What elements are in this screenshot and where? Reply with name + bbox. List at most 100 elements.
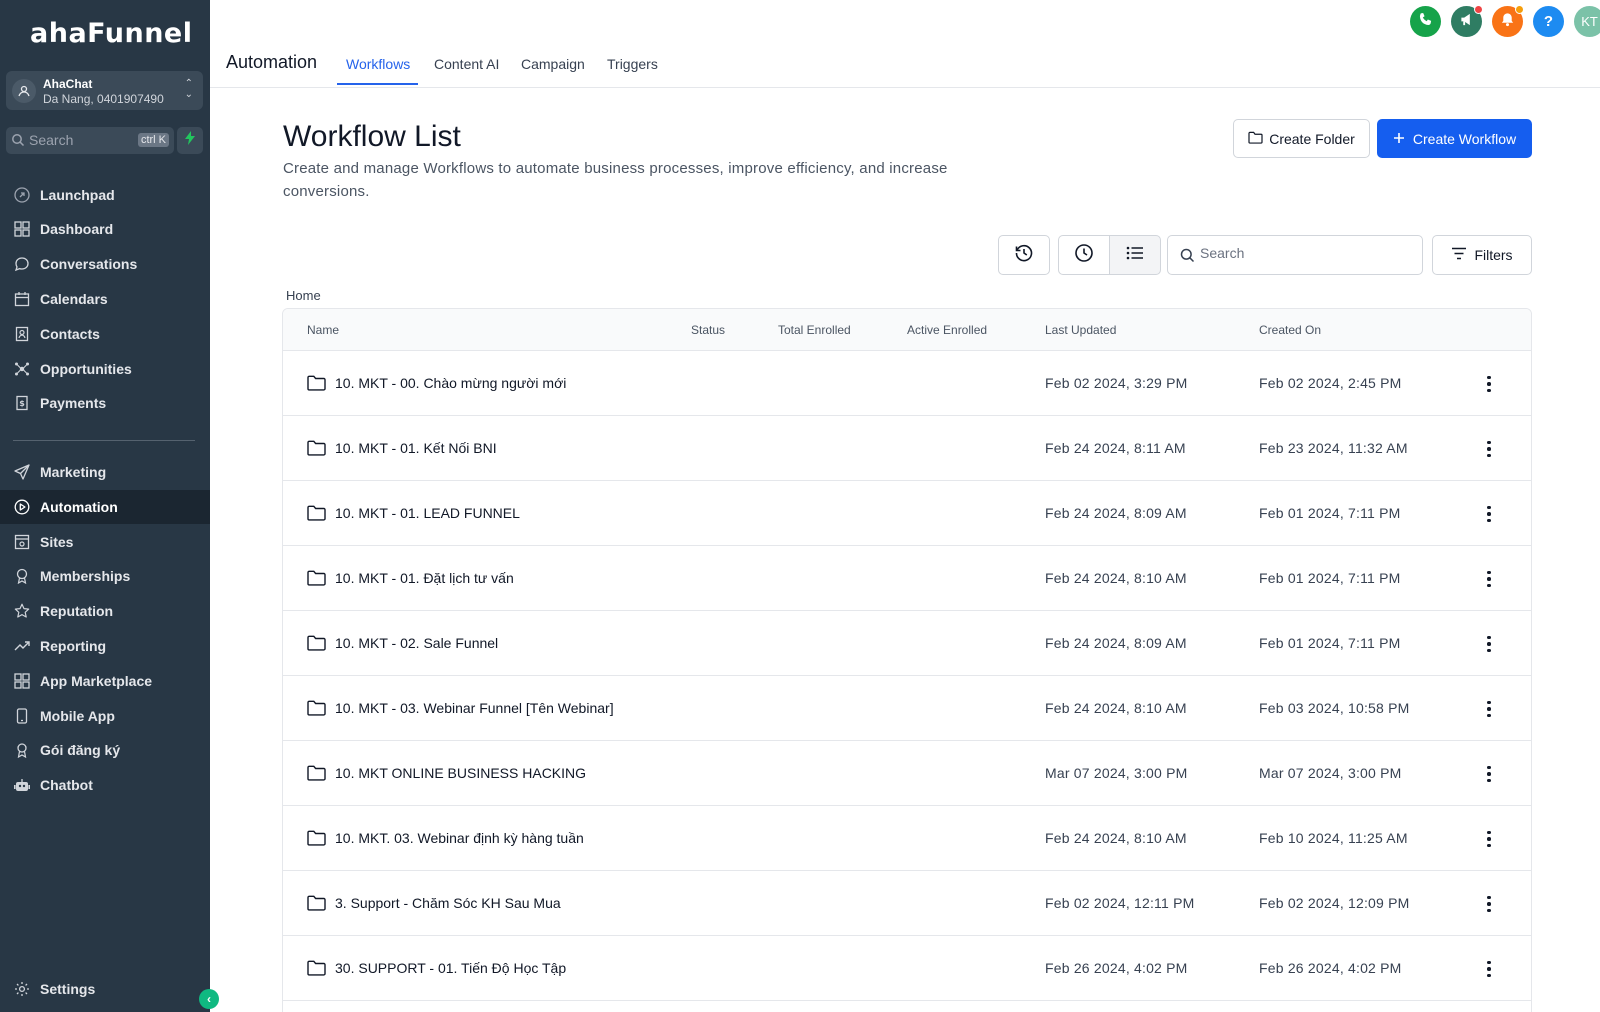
search-icon (1180, 248, 1195, 268)
sidebar-item-dashboard[interactable]: Dashboard (0, 212, 210, 246)
contacts-icon (13, 325, 31, 343)
table-row[interactable]: 10. MKT. 03. Webinar định kỳ hàng tuần Fe… (283, 806, 1531, 871)
user-avatar[interactable]: KT (1574, 6, 1600, 37)
row-menu-button[interactable] (1479, 373, 1499, 395)
row-name[interactable]: 10. MKT - 02. Sale Funnel (335, 635, 498, 651)
sidebar-item-calendars[interactable]: Calendars (0, 282, 210, 316)
table-row[interactable]: 10. MKT - 01. Kết Nối BNI Feb 24 2024, 8:… (283, 416, 1531, 481)
announcements-button[interactable] (1451, 5, 1483, 37)
folder-icon (307, 765, 326, 786)
workflow-search[interactable] (1167, 235, 1423, 275)
row-name[interactable]: 10. MKT - 01. Kết Nối BNI (335, 440, 497, 456)
sidebar-item-mobile-app[interactable]: Mobile App (0, 699, 210, 733)
sidebar-item-opportunities[interactable]: Opportunities (0, 352, 210, 386)
search-input[interactable] (1200, 245, 1410, 261)
folder-icon (307, 440, 326, 461)
automation-icon (13, 498, 31, 516)
row-menu-button[interactable] (1479, 698, 1499, 720)
table-row[interactable]: 30. SUPPORT - 01. Tiến Độ Học Tập Feb 26 … (283, 936, 1531, 1001)
row-created-on: Feb 01 2024, 7:11 PM (1259, 635, 1401, 651)
recent-view-button[interactable] (1058, 235, 1110, 275)
create-folder-button[interactable]: Create Folder (1233, 119, 1370, 158)
send-icon (13, 463, 31, 481)
help-button[interactable]: ? (1533, 6, 1564, 37)
sidebar-item-settings[interactable]: Settings (0, 972, 210, 1006)
breadcrumb[interactable]: Home (286, 288, 321, 303)
list-icon (1126, 245, 1144, 266)
column-active-enrolled[interactable]: Active Enrolled (907, 323, 987, 337)
row-created-on: Feb 23 2024, 11:32 AM (1259, 440, 1408, 456)
sidebar-item-marketing[interactable]: Marketing (0, 455, 210, 489)
column-created-on[interactable]: Created On (1259, 323, 1321, 337)
row-name[interactable]: 10. MKT. 03. Webinar định kỳ hàng tuần (335, 830, 584, 846)
sidebar-item-subscription[interactable]: Gói đăng ký (0, 733, 210, 767)
list-view-button[interactable] (1109, 235, 1161, 275)
sidebar-item-contacts[interactable]: Contacts (0, 317, 210, 351)
folder-icon (307, 700, 326, 721)
sidebar-item-chatbot[interactable]: Chatbot (0, 768, 210, 802)
row-name[interactable]: 10. MKT - 01. LEAD FUNNEL (335, 505, 520, 521)
column-last-updated[interactable]: Last Updated (1045, 323, 1116, 337)
workflow-table: Name Status Total Enrolled Active Enroll… (282, 308, 1532, 1012)
table-row[interactable]: 10. MKT - 02. Sale Funnel Feb 24 2024, 8:… (283, 611, 1531, 676)
row-created-on: Feb 03 2024, 10:58 PM (1259, 700, 1410, 716)
phone-button[interactable] (1410, 6, 1441, 37)
sidebar-item-launchpad[interactable]: Launchpad (0, 178, 210, 212)
sidebar-item-app-marketplace[interactable]: App Marketplace (0, 664, 210, 698)
table-row[interactable]: 10. MKT - 01. LEAD FUNNEL Feb 24 2024, 8:… (283, 481, 1531, 546)
row-menu-button[interactable] (1479, 958, 1499, 980)
row-name[interactable]: 30. SUPPORT - 01. Tiến Độ Học Tập (335, 960, 566, 976)
app-logo[interactable]: ahaFunnel (30, 18, 193, 49)
notifications-button[interactable] (1492, 5, 1524, 37)
sidebar-item-reporting[interactable]: Reporting (0, 629, 210, 663)
row-created-on: Feb 26 2024, 4:02 PM (1259, 960, 1402, 976)
calendar-icon (13, 290, 31, 308)
create-workflow-button[interactable]: Create Workflow (1377, 119, 1532, 158)
svg-text:$: $ (19, 399, 25, 408)
tab-campaign[interactable]: Campaign (521, 56, 585, 72)
row-menu-button[interactable] (1479, 828, 1499, 850)
row-menu-button[interactable] (1479, 633, 1499, 655)
row-name[interactable]: 10. MKT - 00. Chào mừng người mới (335, 375, 566, 391)
sidebar-item-memberships[interactable]: Memberships (0, 559, 210, 593)
sidebar-item-sites[interactable]: Sites (0, 525, 210, 559)
mobile-icon (13, 707, 31, 725)
table-row[interactable]: 10. MKT ONLINE BUSINESS HACKING Mar 07 20… (283, 741, 1531, 806)
kebab-icon (1487, 635, 1491, 640)
sidebar-item-conversations[interactable]: Conversations (0, 247, 210, 281)
row-name[interactable]: 10. MKT - 03. Webinar Funnel [Tên Webina… (335, 700, 614, 716)
row-name[interactable]: 10. MKT ONLINE BUSINESS HACKING (335, 765, 586, 781)
star-icon (13, 602, 31, 620)
row-name[interactable]: 10. MKT - 01. Đặt lịch tư vấn (335, 570, 514, 586)
account-switcher[interactable]: AhaChat Da Nang, 0401907490 ⌃ ⌄ (6, 71, 203, 110)
filters-button[interactable]: Filters (1432, 235, 1532, 275)
column-total-enrolled[interactable]: Total Enrolled (778, 323, 851, 337)
row-menu-button[interactable] (1479, 763, 1499, 785)
sidebar-item-payments[interactable]: $ Payments (0, 386, 210, 420)
row-menu-button[interactable] (1479, 503, 1499, 525)
history-button[interactable] (998, 235, 1050, 275)
tab-workflows[interactable]: Workflows (346, 56, 410, 72)
row-name[interactable]: 3. Support - Chăm Sóc KH Sau Mua (335, 895, 561, 911)
table-row[interactable]: 3. Support - Chăm Sóc KH Sau Mua Feb 02 2… (283, 871, 1531, 936)
tab-content-ai[interactable]: Content AI (434, 56, 499, 72)
column-status[interactable]: Status (691, 323, 725, 337)
column-name[interactable]: Name (307, 323, 339, 337)
sidebar-search[interactable]: Search ctrl K (6, 127, 174, 154)
table-row[interactable]: 10. MKT - 00. Chào mừng người mới Feb 02 … (283, 351, 1531, 416)
table-row[interactable]: 10. MKT - 03. Webinar Funnel [Tên Webina… (283, 676, 1531, 741)
sidebar-item-label: Payments (40, 395, 107, 411)
bolt-icon (184, 131, 196, 150)
tab-triggers[interactable]: Triggers (607, 56, 658, 72)
row-menu-button[interactable] (1479, 893, 1499, 915)
row-menu-button[interactable] (1479, 438, 1499, 460)
sidebar-item-label: Memberships (40, 568, 131, 584)
sidebar-item-automation[interactable]: Automation (0, 490, 210, 524)
sidebar-item-label: Chatbot (40, 777, 93, 793)
row-created-on: Feb 01 2024, 7:11 PM (1259, 570, 1401, 586)
sidebar-item-reputation[interactable]: Reputation (0, 594, 210, 628)
table-row[interactable]: 10. MKT - 01. Đặt lịch tư vấn Feb 24 2024… (283, 546, 1531, 611)
collapse-sidebar-button[interactable]: ‹ (199, 989, 219, 1009)
row-menu-button[interactable] (1479, 568, 1499, 590)
quick-action-button[interactable] (177, 127, 203, 154)
